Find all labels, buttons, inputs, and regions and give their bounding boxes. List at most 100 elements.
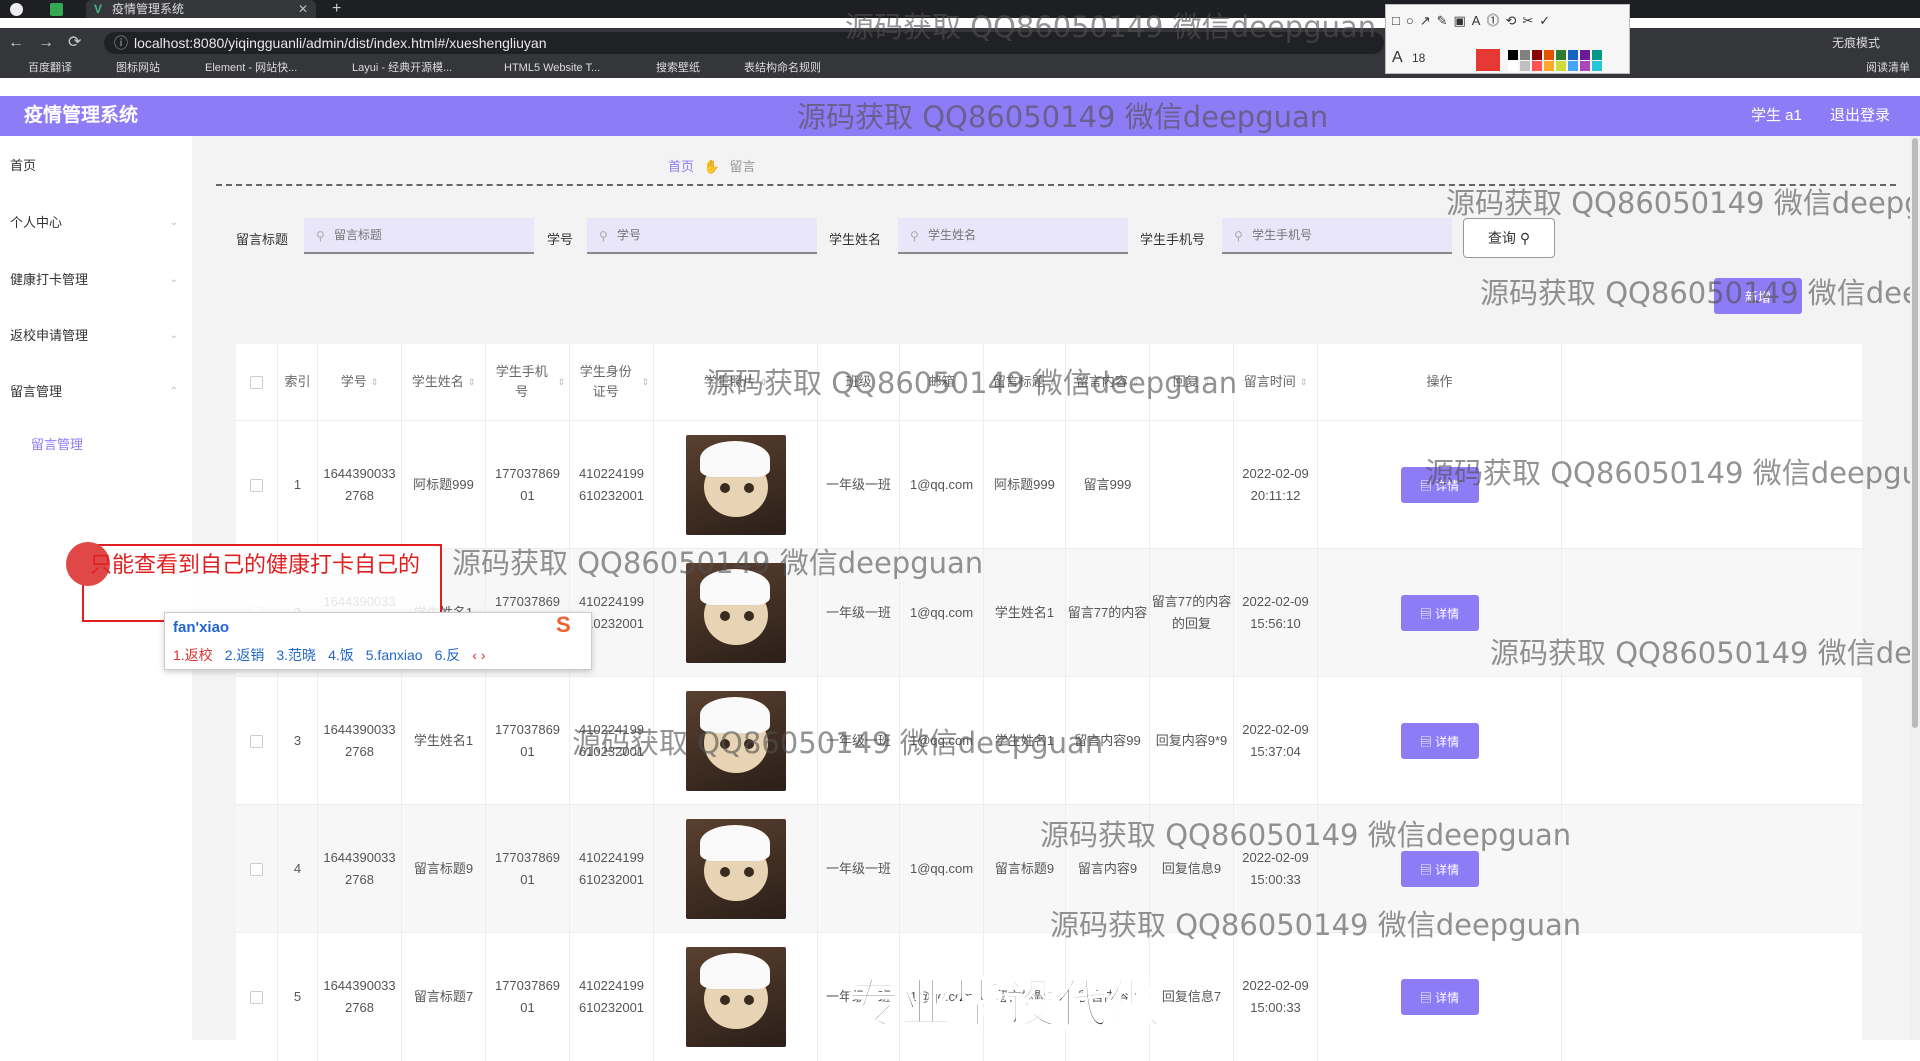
sidebar-item-return[interactable]: 返校申请管理 ⌄ bbox=[10, 326, 180, 346]
color-swatch[interactable] bbox=[1556, 61, 1566, 71]
bookmark-item[interactable]: 图标网站 bbox=[116, 58, 160, 78]
sidebar-item-personal[interactable]: 个人中心 ⌄ bbox=[10, 213, 180, 233]
detail-button[interactable]: ▤ 详情 bbox=[1400, 595, 1479, 631]
color-swatch[interactable] bbox=[1508, 50, 1518, 60]
column-header[interactable]: 回复 ⇕ bbox=[1150, 344, 1234, 420]
bookmark-item[interactable]: 百度翻译 bbox=[28, 58, 72, 78]
sidebar-item-message[interactable]: 留言管理 ⌃ bbox=[10, 382, 180, 402]
column-header[interactable]: 学生手机号 ⇕ bbox=[486, 344, 570, 420]
student-photo bbox=[685, 947, 786, 1047]
forward-icon[interactable]: → bbox=[38, 34, 54, 52]
sogou-ime-icon: S bbox=[556, 612, 571, 637]
sidebar-item-health[interactable]: 健康打卡管理 ⌄ bbox=[10, 270, 180, 290]
checkbox[interactable] bbox=[250, 375, 263, 389]
ime-page-icon[interactable]: ‹ › bbox=[472, 647, 485, 663]
detail-button[interactable]: ▤ 详情 bbox=[1400, 851, 1479, 887]
cell-text: 留言77的内容 bbox=[1067, 605, 1148, 620]
bookmark-item[interactable]: 表结构命名规则 bbox=[744, 58, 821, 78]
cell-text: 17703786901 bbox=[494, 850, 561, 887]
color-swatch[interactable] bbox=[1532, 61, 1542, 71]
sheet-app-icon[interactable] bbox=[50, 3, 63, 16]
column-header[interactable]: 留言时间 ⇕ bbox=[1234, 344, 1318, 420]
sort-icon[interactable]: ⇕ bbox=[371, 372, 379, 392]
student-photo bbox=[685, 691, 786, 791]
scrollbar-thumb[interactable] bbox=[1912, 138, 1918, 728]
ime-candidate[interactable]: 2.返销 bbox=[225, 647, 265, 663]
back-icon[interactable]: ← bbox=[8, 34, 24, 52]
cell-text: 学生姓名1 bbox=[413, 733, 474, 748]
breadcrumb-home[interactable]: 首页 bbox=[668, 159, 694, 174]
browser-tab[interactable]: V 疫情管理系统 ✕ bbox=[86, 0, 316, 18]
color-swatch[interactable] bbox=[1520, 61, 1530, 71]
ime-candidate[interactable]: 3.范晓 bbox=[276, 647, 316, 663]
color-swatch[interactable] bbox=[1592, 50, 1602, 60]
sort-icon[interactable]: ⇕ bbox=[1203, 372, 1211, 392]
ime-candidate[interactable]: 5.fanxiao bbox=[366, 647, 423, 663]
ime-candidate[interactable]: 6.反 bbox=[435, 647, 461, 663]
color-swatch[interactable] bbox=[1568, 61, 1578, 71]
add-button[interactable]: 新增 bbox=[1714, 278, 1802, 314]
logout-link[interactable]: 退出登录 bbox=[1830, 107, 1890, 124]
bookmark-item[interactable]: Element - 网站快... bbox=[205, 58, 297, 78]
color-swatch[interactable] bbox=[1592, 61, 1602, 71]
detail-button[interactable]: ▤ 详情 bbox=[1400, 467, 1479, 503]
row-checkbox[interactable] bbox=[250, 862, 263, 876]
select-all-checkbox[interactable] bbox=[236, 344, 278, 420]
color-swatch[interactable] bbox=[1580, 50, 1590, 60]
detail-button[interactable]: ▤ 详情 bbox=[1400, 723, 1479, 759]
ime-candidate[interactable]: 1.返校 bbox=[173, 647, 213, 663]
reload-icon[interactable]: ⟳ bbox=[68, 34, 81, 52]
sort-icon[interactable]: ⇕ bbox=[1300, 372, 1308, 392]
search-button[interactable]: 查询 ⚲ bbox=[1463, 218, 1555, 258]
info-icon[interactable]: ⓘ bbox=[114, 32, 128, 54]
column-header[interactable]: 留言内容 ⇕ bbox=[1066, 344, 1150, 420]
sort-icon[interactable]: ⇕ bbox=[468, 372, 476, 392]
row-checkbox[interactable] bbox=[250, 990, 263, 1004]
bookmark-item[interactable]: 搜索壁纸 bbox=[656, 58, 700, 78]
column-header[interactable]: 学生照片 ⇕ bbox=[654, 344, 818, 420]
sidebar-item-home[interactable]: 首页 bbox=[10, 156, 180, 176]
search-button-label: 查询 bbox=[1487, 230, 1516, 246]
drawing-tools-row[interactable]: □○↗✎▣A⓵⟲✂✓ bbox=[1392, 10, 1623, 28]
browser-menu-icon[interactable] bbox=[10, 3, 23, 16]
color-swatch[interactable] bbox=[1556, 50, 1566, 60]
url-field[interactable]: ⓘ localhost:8080/yiqingguanli/admin/dist… bbox=[104, 32, 1384, 54]
sort-icon[interactable]: ⇕ bbox=[641, 372, 649, 392]
student-name-input[interactable] bbox=[898, 218, 1128, 254]
student-no-input[interactable] bbox=[587, 218, 817, 254]
row-checkbox[interactable] bbox=[250, 478, 263, 492]
color-swatch[interactable] bbox=[1520, 50, 1530, 60]
column-header[interactable]: 学生身份证号 ⇕ bbox=[570, 344, 654, 420]
new-tab-button[interactable]: + bbox=[332, 0, 341, 18]
column-header[interactable]: 学号 ⇕ bbox=[318, 344, 402, 420]
sidebar-subitem-message[interactable]: 留言管理 bbox=[31, 434, 83, 453]
bookmark-item[interactable]: Layui - 经典开源模... bbox=[352, 58, 452, 78]
student-phone-input[interactable] bbox=[1222, 218, 1452, 254]
color-swatch[interactable] bbox=[1544, 50, 1554, 60]
detail-button[interactable]: ▤ 详情 bbox=[1400, 979, 1479, 1015]
column-header[interactable]: 学生姓名 ⇕ bbox=[402, 344, 486, 420]
column-header-label: 操作 bbox=[1426, 374, 1453, 389]
sort-icon[interactable]: ⇕ bbox=[557, 372, 565, 392]
color-swatch[interactable] bbox=[1568, 50, 1578, 60]
sort-icon[interactable]: ⇕ bbox=[1132, 372, 1140, 392]
cell-text: 410224199 610232001 bbox=[578, 978, 645, 1015]
column-header[interactable]: 留言标题 ⇕ bbox=[984, 344, 1066, 420]
reading-list[interactable]: 阅读清单 bbox=[1866, 58, 1910, 78]
color-swatch[interactable] bbox=[1532, 50, 1542, 60]
incognito-label[interactable]: 无痕模式 bbox=[1832, 34, 1880, 51]
ime-candidate[interactable]: 4.饭 bbox=[328, 647, 354, 663]
tab-close-icon[interactable]: ✕ bbox=[298, 0, 308, 18]
bookmark-item[interactable]: HTML5 Website T... bbox=[504, 58, 600, 78]
sort-icon[interactable]: ⇕ bbox=[760, 372, 768, 392]
row-checkbox[interactable] bbox=[250, 734, 263, 748]
promo-text: 专业毕设代做 bbox=[847, 974, 1161, 1036]
color-palette[interactable] bbox=[1392, 50, 1627, 72]
title-input[interactable] bbox=[304, 218, 534, 254]
color-swatch[interactable] bbox=[1544, 61, 1554, 71]
cell-text: 16443900332768 bbox=[323, 850, 396, 887]
color-swatch[interactable] bbox=[1580, 61, 1590, 71]
sort-icon[interactable]: ⇕ bbox=[1049, 372, 1057, 392]
color-swatch[interactable] bbox=[1508, 61, 1518, 71]
ime-candidates[interactable]: 1.返校 2.返销 3.范晓 4.饭 5.fanxiao 6.反 ‹ › bbox=[173, 645, 485, 665]
